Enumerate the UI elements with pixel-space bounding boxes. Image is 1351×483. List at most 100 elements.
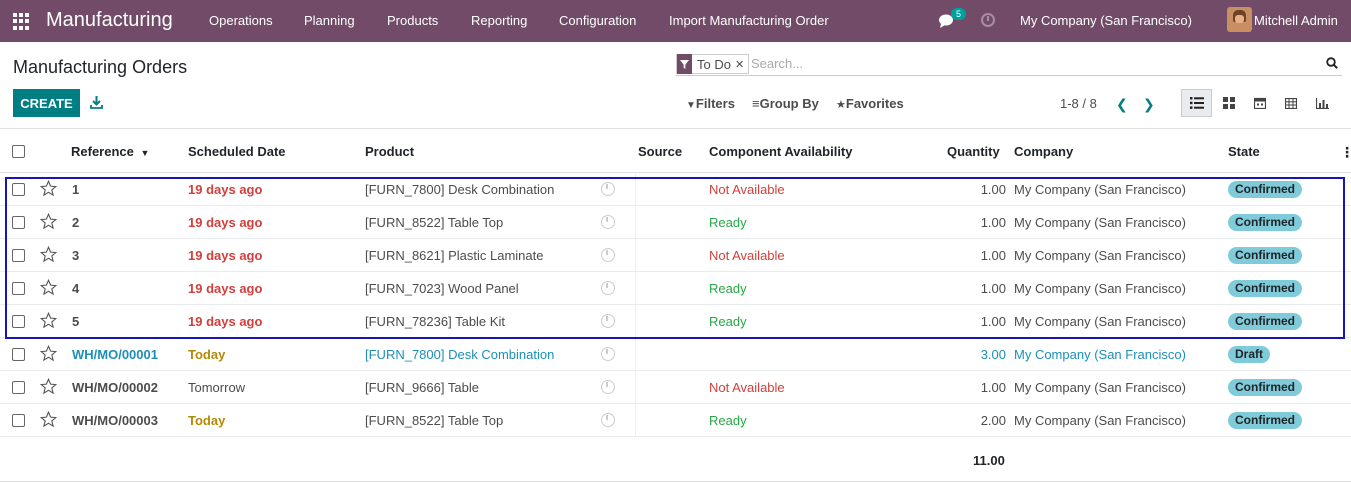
pager-value[interactable]: 1-8 / 8 xyxy=(1060,96,1097,111)
priority-star-icon[interactable] xyxy=(40,246,57,263)
search-input[interactable] xyxy=(751,56,1311,71)
optional-columns-icon[interactable]: ⋮ xyxy=(1340,144,1351,161)
priority-star-icon[interactable] xyxy=(40,279,57,296)
pivot-view-button[interactable] xyxy=(1275,89,1306,117)
menu-reporting[interactable]: Reporting xyxy=(471,13,527,28)
pager-next-icon[interactable]: ❯ xyxy=(1143,96,1155,113)
column-component-availability[interactable]: Component Availability xyxy=(709,144,853,159)
row-company: My Company (San Francisco) xyxy=(1014,182,1186,197)
row-company: My Company (San Francisco) xyxy=(1014,281,1186,296)
activity-clock-icon[interactable] xyxy=(981,13,995,27)
menu-operations[interactable]: Operations xyxy=(209,13,273,28)
row-component-availability: Not Available xyxy=(709,380,785,395)
activity-clock-icon[interactable] xyxy=(601,248,615,262)
facet-remove-icon[interactable]: ✕ xyxy=(735,58,748,71)
column-state[interactable]: State xyxy=(1228,144,1260,159)
row-company: My Company (San Francisco) xyxy=(1014,347,1186,362)
facet-label: To Do xyxy=(697,56,731,72)
status-badge: Draft xyxy=(1228,346,1271,363)
priority-star-icon[interactable] xyxy=(40,411,57,428)
activity-clock-icon[interactable] xyxy=(601,182,615,196)
filter-icon: ▼ xyxy=(686,100,696,111)
list-footer: 11.00 xyxy=(0,440,1351,482)
filters-button[interactable]: ▼Filters xyxy=(686,96,735,111)
apps-menu-icon[interactable] xyxy=(13,13,30,30)
company-switcher[interactable]: My Company (San Francisco) xyxy=(1020,13,1192,28)
priority-star-icon[interactable] xyxy=(40,312,57,329)
row-product: [FURN_7800] Desk Combination xyxy=(365,347,555,362)
app-brand[interactable]: Manufacturing xyxy=(46,9,173,32)
row-reference: 1 xyxy=(72,182,80,197)
source-cell xyxy=(635,371,636,404)
activity-clock-icon[interactable] xyxy=(601,380,615,394)
favorites-button[interactable]: ★Favorites xyxy=(836,96,904,111)
row-product: [FURN_8621] Plastic Laminate xyxy=(365,248,544,263)
create-button[interactable]: CREATE xyxy=(13,89,80,117)
status-badge: Confirmed xyxy=(1228,313,1302,330)
source-cell xyxy=(635,272,636,305)
menu-import-manufacturing-order[interactable]: Import Manufacturing Order xyxy=(669,13,829,28)
row-checkbox[interactable] xyxy=(12,282,25,295)
group-by-button[interactable]: ≡Group By xyxy=(752,96,819,111)
status-badge: Confirmed xyxy=(1228,247,1302,264)
row-checkbox[interactable] xyxy=(12,315,25,328)
activity-clock-icon[interactable] xyxy=(601,347,615,361)
row-checkbox[interactable] xyxy=(12,348,25,361)
table-row[interactable]: 5 19 days ago [FURN_78236] Table Kit Ready 1… xyxy=(0,305,1351,338)
table-row[interactable]: 1 19 days ago [FURN_7800] Desk Combination… xyxy=(0,173,1351,206)
list-view-button[interactable] xyxy=(1181,89,1212,117)
source-cell xyxy=(635,239,636,272)
select-all-checkbox[interactable] xyxy=(12,145,25,158)
priority-star-icon[interactable] xyxy=(40,180,57,197)
download-icon[interactable] xyxy=(90,96,103,109)
status-badge: Confirmed xyxy=(1228,379,1302,396)
quantity-total: 11.00 xyxy=(973,453,1005,468)
column-quantity[interactable]: Quantity xyxy=(947,144,1000,159)
row-scheduled-date: 19 days ago xyxy=(188,281,263,296)
top-navbar: Manufacturing Operations Planning Produc… xyxy=(0,0,1351,42)
row-scheduled-date: Today xyxy=(188,347,226,362)
row-checkbox[interactable] xyxy=(12,216,25,229)
calendar-view-button[interactable] xyxy=(1244,89,1275,117)
column-reference[interactable]: Reference ▼ xyxy=(71,144,149,159)
row-quantity: 3.00 xyxy=(980,347,1006,362)
row-checkbox[interactable] xyxy=(12,183,25,196)
activity-clock-icon[interactable] xyxy=(601,314,615,328)
row-product: [FURN_7023] Wood Panel xyxy=(365,281,519,296)
graph-view-button[interactable] xyxy=(1307,89,1338,117)
pager-previous-icon[interactable]: ❮ xyxy=(1116,96,1128,113)
column-source[interactable]: Source xyxy=(638,144,682,159)
priority-star-icon[interactable] xyxy=(40,378,57,395)
row-checkbox[interactable] xyxy=(12,249,25,262)
table-row[interactable]: WH/MO/00003 Today [FURN_8522] Table Top Rea… xyxy=(0,404,1351,437)
column-scheduled-date[interactable]: Scheduled Date xyxy=(188,144,286,159)
row-quantity: 1.00 xyxy=(980,182,1006,197)
activity-clock-icon[interactable] xyxy=(601,215,615,229)
activity-clock-icon[interactable] xyxy=(601,281,615,295)
user-menu[interactable]: Mitchell Admin xyxy=(1254,13,1338,28)
menu-products[interactable]: Products xyxy=(387,13,438,28)
menu-configuration[interactable]: Configuration xyxy=(559,13,636,28)
table-row[interactable]: 4 19 days ago [FURN_7023] Wood Panel Ready 1… xyxy=(0,272,1351,305)
page-title: Manufacturing Orders xyxy=(13,57,188,77)
column-company[interactable]: Company xyxy=(1014,144,1073,159)
priority-star-icon[interactable] xyxy=(40,345,57,362)
row-checkbox[interactable] xyxy=(12,414,25,427)
row-product: [FURN_8522] Table Top xyxy=(365,413,504,428)
table-row[interactable]: 3 19 days ago [FURN_8621] Plastic Laminate… xyxy=(0,239,1351,272)
row-scheduled-date: 19 days ago xyxy=(188,215,263,230)
search-icon[interactable] xyxy=(1326,57,1338,69)
row-checkbox[interactable] xyxy=(12,381,25,394)
table-row[interactable]: 2 19 days ago [FURN_8522] Table Top Ready 1.… xyxy=(0,206,1351,239)
table-row[interactable]: WH/MO/00002 Tomorrow [FURN_9666] Table Not … xyxy=(0,371,1351,404)
activity-clock-icon[interactable] xyxy=(601,413,615,427)
column-reference-label: Reference xyxy=(71,144,134,159)
column-product[interactable]: Product xyxy=(365,144,414,159)
menu-planning[interactable]: Planning xyxy=(304,13,355,28)
table-row[interactable]: WH/MO/00001 Today [FURN_7800] Desk Combina… xyxy=(0,338,1351,371)
user-avatar[interactable] xyxy=(1227,7,1252,32)
row-component-availability: Not Available xyxy=(709,248,785,263)
priority-star-icon[interactable] xyxy=(40,213,57,230)
status-badge: Confirmed xyxy=(1228,412,1302,429)
kanban-view-button[interactable] xyxy=(1213,89,1244,117)
